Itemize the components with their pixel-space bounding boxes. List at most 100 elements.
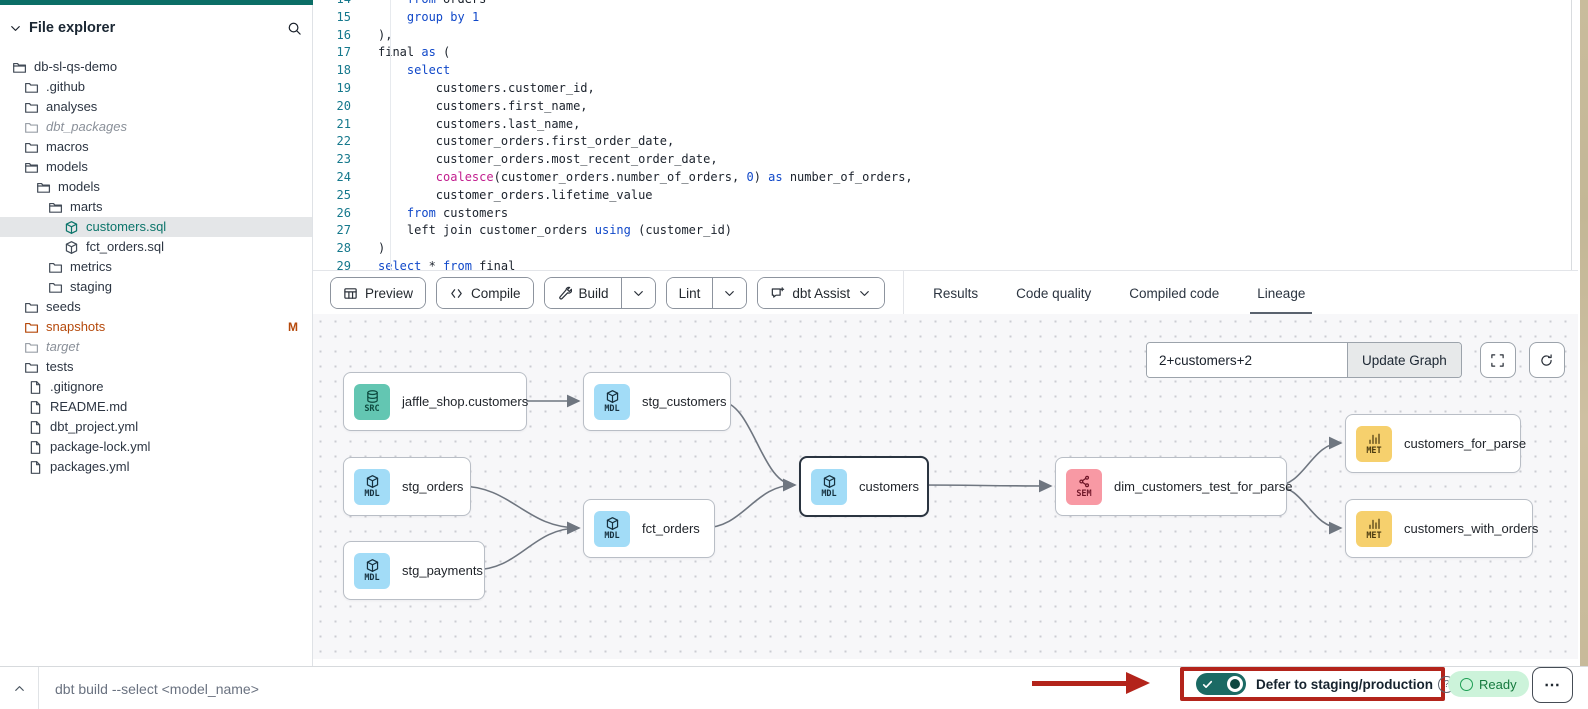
- file-tree-item-readme-md[interactable]: README.md: [0, 397, 312, 417]
- file-tree-label: analyses: [46, 97, 97, 117]
- more-options-button[interactable]: ⋯: [1532, 667, 1573, 703]
- tab-results[interactable]: Results: [914, 271, 997, 315]
- code-line-21[interactable]: 21 customers.last_name,: [313, 116, 1571, 134]
- folder-icon: [24, 340, 39, 355]
- file-tree-item-db-sl-qs-demo[interactable]: db-sl-qs-demo: [0, 57, 312, 77]
- file-tree-item-marts[interactable]: marts: [0, 197, 312, 217]
- node-label: customers_for_parse: [1404, 436, 1526, 451]
- code-line-26[interactable]: 26 from customers: [313, 205, 1571, 223]
- code-line-20[interactable]: 20 customers.first_name,: [313, 98, 1571, 116]
- file-tree-label: staging: [70, 277, 112, 297]
- tab-code-quality[interactable]: Code quality: [997, 271, 1110, 315]
- toolbar-buttons: Preview Compile Build Lint dbt Assist: [313, 277, 885, 309]
- file-tree: db-sl-qs-demo.githubanalysesdbt_packages…: [0, 57, 312, 477]
- model-cube-icon: [64, 220, 79, 235]
- search-icon[interactable]: [287, 21, 302, 36]
- file-tree-label: dbt_packages: [46, 117, 127, 137]
- line-number: 17: [313, 44, 351, 62]
- preview-button-main[interactable]: Preview: [331, 278, 425, 308]
- page-scrollbar[interactable]: [1580, 0, 1588, 709]
- file-tree-item-dbt-project-yml[interactable]: dbt_project.yml: [0, 417, 312, 437]
- folder-icon: [24, 140, 39, 155]
- code-line-18[interactable]: 18 select: [313, 62, 1571, 80]
- lineage-node-dim-customers-test-for-parse[interactable]: SEMdim_customers_test_for_parse: [1055, 457, 1287, 516]
- file-tree-item-metrics[interactable]: metrics: [0, 257, 312, 277]
- file-tree-item--gitignore[interactable]: .gitignore: [0, 377, 312, 397]
- annotation-arrow: [1032, 681, 1128, 686]
- file-tree-item-dbt-packages[interactable]: dbt_packages: [0, 117, 312, 137]
- code-line-23[interactable]: 23 customer_orders.most_recent_order_dat…: [313, 151, 1571, 169]
- file-tree-item-models[interactable]: models: [0, 177, 312, 197]
- file-tree-item-snapshots[interactable]: snapshotsM: [0, 317, 312, 337]
- file-tree-item-target[interactable]: target: [0, 337, 312, 357]
- lineage-node-customers[interactable]: MDL customers: [799, 456, 929, 517]
- code-line-14[interactable]: 14 from orders: [313, 0, 1571, 9]
- code-line-17[interactable]: 17final as (: [313, 44, 1571, 62]
- code-line-27[interactable]: 27 left join customer_orders using (cust…: [313, 222, 1571, 240]
- lint-button-main[interactable]: Lint: [667, 278, 713, 308]
- folder-open-icon: [24, 160, 39, 175]
- compile-button-main[interactable]: Compile: [437, 278, 533, 308]
- file-tree-item-macros[interactable]: macros: [0, 137, 312, 157]
- build-button-main[interactable]: Build: [545, 278, 621, 308]
- file-tree-label: metrics: [70, 257, 112, 277]
- file-tree-item-customers-sql[interactable]: customers.sql: [0, 217, 312, 237]
- folder-icon: [24, 120, 39, 135]
- file-tree-item--github[interactable]: .github: [0, 77, 312, 97]
- file-tree-item-package-lock-yml[interactable]: package-lock.yml: [0, 437, 312, 457]
- expand-command-bar-button[interactable]: [0, 681, 38, 696]
- lineage-node-customers-for-parse[interactable]: METcustomers_for_parse: [1345, 414, 1521, 473]
- lint-button: Lint: [666, 277, 748, 309]
- dbt-assist-button-main[interactable]: dbt Assist: [758, 278, 884, 308]
- model-cube-icon: [64, 240, 79, 255]
- met-badge: MET: [1356, 511, 1392, 547]
- mdl-badge: MDL: [811, 469, 847, 505]
- tab-lineage[interactable]: Lineage: [1238, 271, 1324, 315]
- build-dropdown[interactable]: [621, 278, 655, 308]
- file-tree-item-packages-yml[interactable]: packages.yml: [0, 457, 312, 477]
- file-tree-label: tests: [46, 357, 73, 377]
- line-number: 19: [313, 80, 351, 98]
- file-tree-item-tests[interactable]: tests: [0, 357, 312, 377]
- code-editor[interactable]: 14 from orders15 group by 116),17final a…: [313, 0, 1572, 270]
- defer-toggle[interactable]: [1196, 673, 1246, 695]
- refresh-graph-button[interactable]: [1529, 342, 1565, 378]
- fullscreen-button[interactable]: [1480, 342, 1516, 378]
- update-graph-button[interactable]: Update Graph: [1347, 343, 1461, 377]
- chevron-down-icon[interactable]: [8, 21, 23, 36]
- database-icon: [365, 389, 380, 404]
- tab-compiled-code[interactable]: Compiled code: [1110, 271, 1238, 315]
- node-label: customers: [859, 479, 919, 494]
- lineage-node-stg-payments[interactable]: MDLstg_payments: [343, 541, 485, 600]
- lineage-node-jaffle-shop-customers[interactable]: SRCjaffle_shop.customers: [343, 372, 527, 431]
- code-line-19[interactable]: 19 customers.customer_id,: [313, 80, 1571, 98]
- file-tree-item-fct-orders-sql[interactable]: fct_orders.sql: [0, 237, 312, 257]
- code-line-29[interactable]: 29select * from final: [313, 258, 1571, 270]
- lineage-canvas[interactable]: Update Graph SRCjaffle_shop.customers MDL…: [313, 314, 1578, 659]
- lint-dropdown[interactable]: [712, 278, 746, 308]
- file-tree-item-staging[interactable]: staging: [0, 277, 312, 297]
- code-line-22[interactable]: 22 customer_orders.first_order_date,: [313, 133, 1571, 151]
- file-tree-item-models[interactable]: models: [0, 157, 312, 177]
- code-lines: 14 from orders15 group by 116),17final a…: [313, 0, 1571, 270]
- file-tree-item-analyses[interactable]: analyses: [0, 97, 312, 117]
- code-line-24[interactable]: 24 coalesce(customer_orders.number_of_or…: [313, 169, 1571, 187]
- lineage-node-customers-with-orders[interactable]: METcustomers_with_orders: [1345, 499, 1533, 558]
- defer-annotation-box: Defer to staging/production ?: [1180, 667, 1445, 701]
- code-line-28[interactable]: 28): [313, 240, 1571, 258]
- lineage-node-fct-orders[interactable]: MDLfct_orders: [583, 499, 715, 558]
- code-line-25[interactable]: 25 customer_orders.lifetime_value: [313, 187, 1571, 205]
- model-cube-icon: [365, 558, 380, 573]
- ready-status-label: Ready: [1479, 677, 1517, 692]
- code-line-16[interactable]: 16),: [313, 27, 1571, 45]
- lineage-node-stg-customers[interactable]: MDLstg_customers: [583, 372, 731, 431]
- file-tree-item-seeds[interactable]: seeds: [0, 297, 312, 317]
- line-number: 23: [313, 151, 351, 169]
- lineage-filter-input[interactable]: [1147, 343, 1347, 377]
- lineage-controls: Update Graph: [1146, 342, 1565, 378]
- mdl-badge: MDL: [594, 384, 630, 420]
- chevron-down-icon: [722, 286, 737, 301]
- lineage-node-stg-orders[interactable]: MDLstg_orders: [343, 457, 471, 516]
- check-icon: [1202, 679, 1213, 690]
- code-line-15[interactable]: 15 group by 1: [313, 9, 1571, 27]
